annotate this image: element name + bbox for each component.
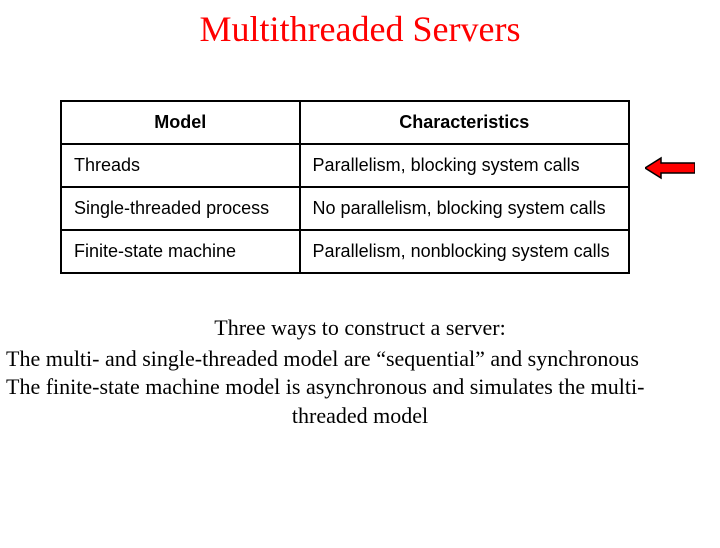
caption-line-3b: threaded model [6,402,714,431]
table-row: Threads Parallelism, blocking system cal… [61,144,629,187]
caption-block: Three ways to construct a server: The mu… [0,314,720,430]
table-row: Single-threaded process No parallelism, … [61,187,629,230]
cell-model: Threads [61,144,300,187]
caption-line-3: The finite-state machine model is asynch… [6,373,714,402]
cell-model: Finite-state machine [61,230,300,273]
left-arrow-icon [645,156,695,180]
cell-characteristics: No parallelism, blocking system calls [300,187,629,230]
page-title: Multithreaded Servers [0,8,720,50]
cell-characteristics: Parallelism, blocking system calls [300,144,629,187]
caption-line-1: Three ways to construct a server: [6,314,714,343]
header-model: Model [61,101,300,144]
header-characteristics: Characteristics [300,101,629,144]
table-header-row: Model Characteristics [61,101,629,144]
cell-model: Single-threaded process [61,187,300,230]
models-table: Model Characteristics Threads Parallelis… [60,100,630,274]
caption-line-2: The multi- and single-threaded model are… [6,345,714,374]
table-container: Model Characteristics Threads Parallelis… [0,100,720,274]
cell-characteristics: Parallelism, nonblocking system calls [300,230,629,273]
table-row: Finite-state machine Parallelism, nonblo… [61,230,629,273]
